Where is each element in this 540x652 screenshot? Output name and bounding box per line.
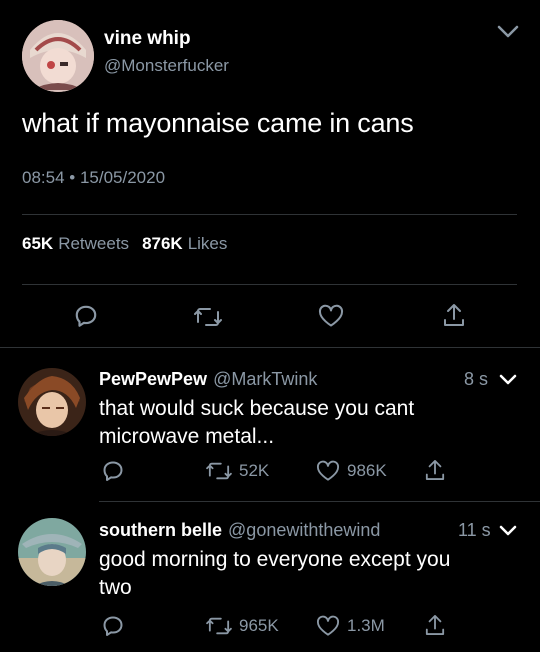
retweets-label[interactable]: Retweets bbox=[58, 234, 129, 254]
share-icon[interactable] bbox=[425, 613, 445, 637]
reply-time[interactable]: 11 s bbox=[458, 520, 491, 541]
chevron-down-icon[interactable] bbox=[499, 373, 517, 387]
divider bbox=[99, 501, 540, 502]
like-count: 986K bbox=[347, 461, 387, 480]
reply-icon[interactable] bbox=[101, 614, 125, 638]
author-handle[interactable]: @Monsterfucker bbox=[104, 56, 229, 76]
divider bbox=[0, 347, 540, 348]
avatar[interactable] bbox=[22, 20, 94, 92]
avatar[interactable] bbox=[18, 518, 86, 586]
share-icon[interactable] bbox=[425, 458, 445, 482]
retweet-icon bbox=[206, 615, 232, 637]
likes-label[interactable]: Likes bbox=[188, 234, 228, 254]
tweet-text: what if mayonnaise came in cans bbox=[22, 108, 414, 138]
chevron-down-icon[interactable] bbox=[499, 524, 517, 538]
author-name[interactable]: vine whip bbox=[104, 28, 191, 50]
share-icon[interactable] bbox=[443, 302, 465, 328]
like-button[interactable]: 986K bbox=[316, 460, 387, 482]
retweet-button[interactable]: 965K bbox=[206, 615, 279, 637]
reply-header: PewPewPew @MarkTwink bbox=[99, 369, 317, 390]
like-button[interactable]: 1.3M bbox=[316, 615, 385, 637]
reply-text-line: good morning to everyone except you bbox=[99, 548, 451, 571]
divider bbox=[22, 214, 517, 215]
reply-text-line: microwave metal... bbox=[99, 425, 275, 448]
tweet-timestamp[interactable]: 08:54 • 15/05/2020 bbox=[22, 168, 165, 188]
reply-header: southern belle @gonewiththewind bbox=[99, 520, 380, 541]
retweet-count: 52K bbox=[239, 461, 270, 480]
reply-time[interactable]: 8 s bbox=[464, 369, 488, 390]
author-handle[interactable]: @MarkTwink bbox=[213, 369, 317, 390]
reply-icon[interactable] bbox=[73, 303, 99, 329]
retweet-button[interactable]: 52K bbox=[206, 460, 269, 482]
author-handle[interactable]: @gonewiththewind bbox=[228, 520, 380, 541]
like-icon bbox=[316, 460, 340, 482]
retweet-icon[interactable] bbox=[194, 305, 222, 329]
likes-count[interactable]: 876K bbox=[142, 234, 183, 254]
reply-text-line: two bbox=[99, 576, 132, 599]
retweets-count[interactable]: 65K bbox=[22, 234, 53, 254]
like-count: 1.3M bbox=[347, 616, 385, 635]
retweet-count: 965K bbox=[239, 616, 279, 635]
engagement-stats: 65K Retweets 876K Likes bbox=[22, 234, 227, 254]
like-icon bbox=[316, 615, 340, 637]
author-name[interactable]: PewPewPew bbox=[99, 369, 207, 390]
reply-text-line: that would suck because you cant bbox=[99, 397, 415, 420]
author-name[interactable]: southern belle bbox=[99, 520, 222, 541]
avatar[interactable] bbox=[18, 368, 86, 436]
reply-icon[interactable] bbox=[101, 459, 125, 483]
chevron-down-icon[interactable] bbox=[497, 24, 519, 40]
retweet-icon bbox=[206, 460, 232, 482]
like-icon[interactable] bbox=[318, 304, 344, 328]
divider bbox=[22, 284, 517, 285]
